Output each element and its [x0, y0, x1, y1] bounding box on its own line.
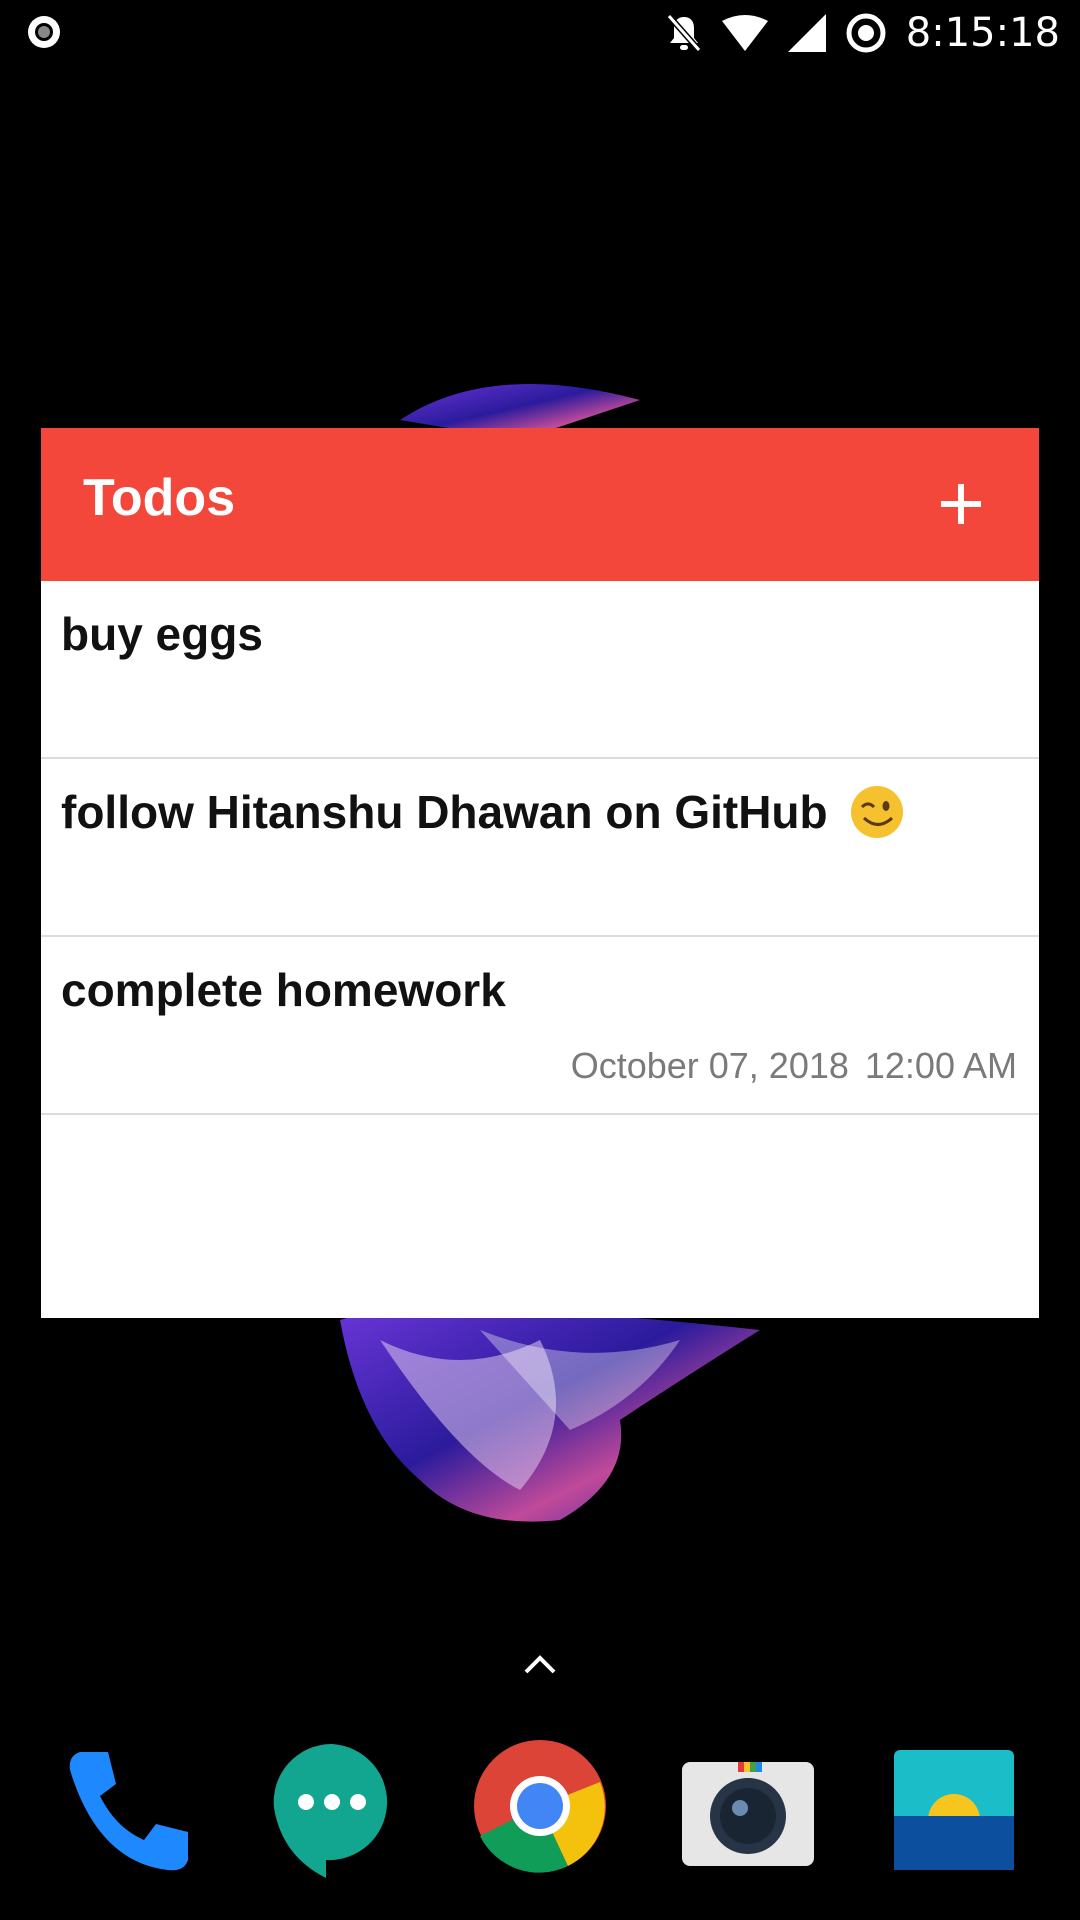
camera-icon[interactable]: [678, 1740, 818, 1880]
add-todo-button[interactable]: [923, 466, 999, 542]
todo-due-date: October 07, 2018: [570, 1045, 849, 1086]
hangouts-icon[interactable]: [262, 1738, 402, 1878]
todo-text-wrapper: follow Hitanshu Dhawan on GitHub: [61, 785, 904, 843]
dock: [0, 1730, 1080, 1890]
record-icon: [28, 16, 60, 48]
sync-icon: [846, 13, 886, 53]
plus-icon: [941, 484, 981, 524]
todo-item[interactable]: buy eggs: [41, 581, 1039, 759]
phone-icon[interactable]: [58, 1740, 198, 1880]
todo-due-datetime: October 07, 2018 12:00 AM: [571, 1045, 1017, 1087]
widget-title: Todos: [83, 469, 236, 527]
todos-widget: Todos buy eggs follow Hitanshu Dhawan on…: [41, 428, 1039, 1318]
chrome-icon[interactable]: [470, 1736, 610, 1876]
todo-item[interactable]: follow Hitanshu Dhawan on GitHub: [41, 759, 1039, 937]
todo-text: complete homework: [61, 964, 506, 1016]
todo-list: buy eggs follow Hitanshu Dhawan on GitHu…: [41, 581, 1039, 1115]
gallery-icon[interactable]: [884, 1740, 1024, 1880]
wifi-icon: [721, 15, 768, 51]
todo-text: buy eggs: [61, 608, 263, 660]
status-clock: 8:15:18: [905, 10, 1060, 56]
todo-text: follow Hitanshu Dhawan on GitHub: [61, 786, 828, 838]
cell-signal-icon: [787, 14, 826, 52]
wink-face-icon: [851, 785, 904, 838]
app-drawer-arrow-icon[interactable]: [520, 1648, 560, 1678]
status-icons: 8:15:18: [666, 10, 1060, 56]
widget-header: Todos: [41, 428, 1039, 581]
notifications-off-icon: [666, 14, 702, 52]
todo-due-time: 12:00 AM: [864, 1045, 1017, 1086]
todo-item[interactable]: complete homework October 07, 2018 12:00 …: [41, 937, 1039, 1115]
home-screen: 8:15:18 Todos buy eggs follow Hitanshu D…: [0, 0, 1080, 1920]
status-bar: 8:15:18: [0, 0, 1080, 66]
